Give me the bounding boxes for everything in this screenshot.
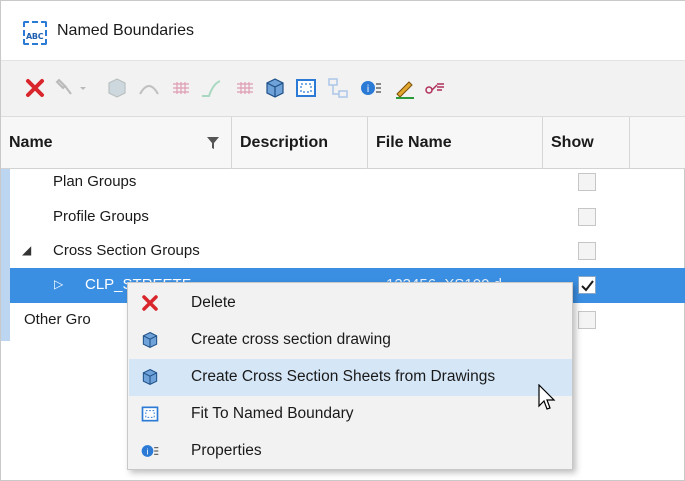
tool-dropdown-button[interactable]	[53, 76, 77, 100]
show-checkbox[interactable]	[578, 173, 596, 191]
column-header: Name Description File Name Show	[1, 117, 685, 169]
menu-item-create-cross-section-drawing[interactable]: Create cross section drawing	[129, 322, 572, 359]
column-show-label: Show	[551, 134, 594, 151]
cube-icon	[139, 366, 161, 388]
column-header-name[interactable]: Name	[1, 117, 232, 169]
properties-icon: i	[139, 440, 161, 462]
menu-item-label: Properties	[191, 442, 262, 459]
collapse-arrow-icon[interactable]: ◢	[22, 243, 31, 257]
fit-frame-icon	[139, 403, 161, 425]
mouse-cursor-icon	[538, 384, 556, 410]
svg-text:i: i	[146, 446, 148, 456]
cube-icon	[139, 329, 161, 351]
named-boundaries-window: ABC Named Boundaries i Name Description …	[0, 0, 685, 481]
menu-item-create-cross-section-sheets[interactable]: Create Cross Section Sheets from Drawing…	[129, 359, 572, 396]
column-header-file-name[interactable]: File Name	[368, 117, 543, 169]
svg-text:i: i	[367, 84, 370, 95]
checkmark-icon	[581, 280, 594, 292]
row-label: Plan Groups	[53, 173, 137, 190]
named-boundary-abc-icon: ABC	[23, 21, 47, 45]
expand-arrow-icon[interactable]: ▷	[54, 277, 63, 291]
row-label: Cross Section Groups	[53, 242, 200, 259]
show-checkbox[interactable]	[578, 242, 596, 260]
cube-icon	[108, 78, 126, 98]
key-settings-button[interactable]	[423, 76, 447, 100]
pencil-icon	[396, 81, 414, 99]
column-header-description[interactable]: Description	[232, 117, 368, 169]
sheet-tool-button[interactable]	[233, 76, 257, 100]
edit-pencil-button[interactable]	[393, 76, 417, 100]
menu-item-delete[interactable]: Delete	[129, 285, 572, 322]
red-x-icon	[26, 79, 44, 97]
fit-boundary-button[interactable]	[294, 76, 318, 100]
properties-icon: i	[361, 81, 381, 95]
dropdown-arrow-icon[interactable]	[77, 76, 89, 100]
filter-icon[interactable]	[206, 136, 220, 150]
tree-row-cross-section-groups[interactable]: ◢ Cross Section Groups	[10, 234, 685, 269]
profile-arc-icon	[139, 85, 159, 95]
tree-row-plan-groups[interactable]: Plan Groups	[10, 165, 685, 200]
hierarchy-button[interactable]	[326, 76, 350, 100]
create-drawing-button[interactable]	[263, 76, 287, 100]
path-icon	[202, 80, 221, 97]
sheet-icon	[237, 82, 253, 94]
profile-tool-button[interactable]	[137, 76, 161, 100]
delete-button[interactable]	[23, 76, 47, 100]
menu-item-label: Delete	[191, 294, 236, 311]
title-bar: ABC Named Boundaries	[1, 1, 685, 61]
properties-button[interactable]: i	[359, 76, 383, 100]
window-title: Named Boundaries	[57, 22, 194, 39]
column-description-label: Description	[240, 134, 329, 151]
row-label: Profile Groups	[53, 208, 149, 225]
path-tool-button[interactable]	[199, 76, 223, 100]
grid-icon	[173, 82, 189, 94]
wrench-icon	[55, 78, 72, 95]
column-header-show[interactable]: Show	[543, 117, 630, 169]
show-checkbox[interactable]	[578, 208, 596, 226]
toolbar: i	[1, 61, 685, 117]
menu-item-label: Create Cross Section Sheets from Drawing…	[191, 368, 496, 385]
fit-frame-icon	[296, 79, 316, 97]
menu-item-properties[interactable]: i Properties	[129, 433, 572, 470]
cube-icon	[266, 78, 284, 98]
row-label: Other Gro	[24, 311, 91, 328]
menu-item-fit-to-named-boundary[interactable]: Fit To Named Boundary	[129, 396, 572, 433]
column-file-name-label: File Name	[376, 134, 452, 151]
key-icon	[425, 83, 444, 94]
context-menu: Delete Create cross section drawing Crea…	[127, 282, 573, 470]
menu-item-label: Fit To Named Boundary	[191, 405, 354, 422]
red-x-icon	[139, 292, 161, 314]
cross-section-tool-button[interactable]	[105, 76, 129, 100]
grid-tool-button[interactable]	[169, 76, 193, 100]
menu-item-label: Create cross section drawing	[191, 331, 391, 348]
column-name-label: Name	[9, 134, 53, 151]
show-checkbox-checked[interactable]	[578, 276, 596, 294]
tree-row-profile-groups[interactable]: Profile Groups	[10, 200, 685, 235]
show-checkbox[interactable]	[578, 311, 596, 329]
tree-accent-bar	[1, 169, 10, 341]
hierarchy-icon	[328, 78, 348, 98]
